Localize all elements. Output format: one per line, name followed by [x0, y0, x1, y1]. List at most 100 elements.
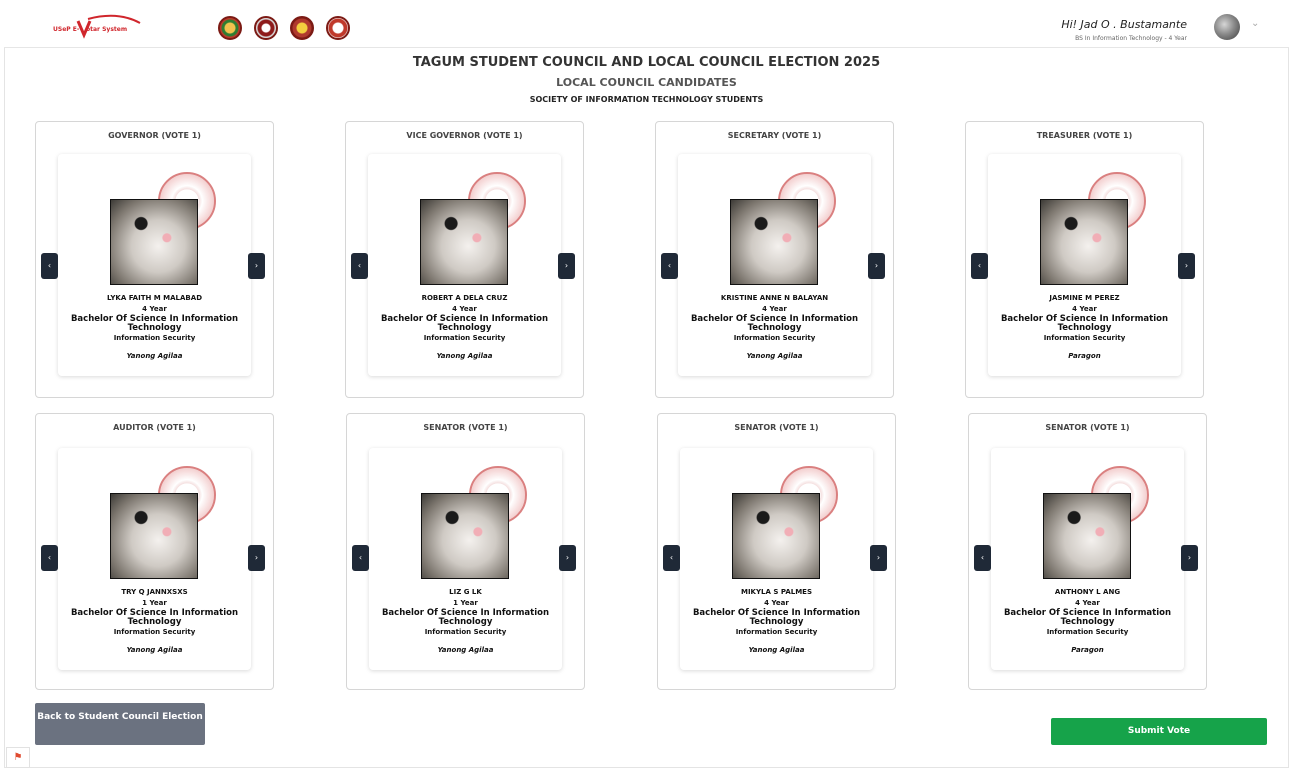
candidate-course: Bachelor Of Science In Information Techn… — [692, 608, 861, 627]
submit-vote-button[interactable]: Submit Vote — [1051, 718, 1267, 745]
next-candidate-button[interactable]: › — [559, 545, 576, 571]
candidate-name: ROBERT A DELA CRUZ — [421, 294, 508, 302]
top-bar: USeP E- otar System Hi! Jad O . Bustaman… — [4, 3, 1289, 48]
candidate-major: Information Security — [423, 334, 506, 342]
position-card: SENATOR (VOTE 1) ANTHONY L ANG 4 Year Ba… — [968, 413, 1207, 690]
position-title: AUDITOR (VOTE 1) — [113, 423, 196, 432]
candidate-major: Information Security — [733, 334, 816, 342]
prev-candidate-button[interactable]: ‹ — [971, 253, 988, 279]
candidate-name: JASMINE M PEREZ — [1049, 294, 1120, 302]
candidate-party: Paragon — [1071, 646, 1104, 654]
candidate-course: Bachelor Of Science In Information Techn… — [70, 608, 239, 627]
university-seal-icon — [218, 16, 242, 40]
org-seal-icon — [326, 16, 350, 40]
candidate-course: Bachelor Of Science In Information Techn… — [380, 314, 549, 333]
candidate-major: Information Security — [113, 628, 196, 636]
position-title: TREASURER (VOTE 1) — [1036, 131, 1133, 140]
candidate-card[interactable]: ROBERT A DELA CRUZ 4 Year Bachelor Of Sc… — [368, 154, 561, 376]
logo-text-prefix: USeP E- — [53, 26, 80, 33]
candidate-card[interactable]: KRISTINE ANNE N BALAYAN 4 Year Bachelor … — [678, 154, 871, 376]
candidate-year: 1 Year — [453, 599, 478, 607]
prev-candidate-button[interactable]: ‹ — [41, 253, 58, 279]
chevron-down-icon[interactable]: ⌄ — [1251, 18, 1259, 29]
prev-candidate-button[interactable]: ‹ — [351, 253, 368, 279]
candidate-card[interactable]: MIKYLA S PALMES 4 Year Bachelor Of Scien… — [680, 448, 873, 670]
candidate-photo — [730, 199, 818, 285]
position-card: TREASURER (VOTE 1) JASMINE M PEREZ 4 Yea… — [965, 121, 1204, 398]
candidate-major: Information Security — [735, 628, 818, 636]
user-greeting: Hi! Jad O . Bustamante — [1061, 18, 1187, 31]
section-title: LOCAL COUNCIL CANDIDATES — [556, 76, 737, 89]
candidate-year: 4 Year — [1075, 599, 1100, 607]
candidate-party: Yanong Agilaa — [436, 352, 493, 360]
candidate-party: Yanong Agilaa — [437, 646, 494, 654]
candidate-party: Paragon — [1068, 352, 1101, 360]
prev-candidate-button[interactable]: ‹ — [352, 545, 369, 571]
prev-candidate-button[interactable]: ‹ — [41, 545, 58, 571]
prev-candidate-button[interactable]: ‹ — [661, 253, 678, 279]
candidate-name: LYKA FAITH M MALABAD — [106, 294, 203, 302]
logo-text-suffix: otar System — [86, 26, 128, 33]
candidate-photo — [110, 493, 198, 579]
candidate-photo — [1040, 199, 1128, 285]
candidate-name: ANTHONY L ANG — [1054, 588, 1121, 596]
position-card: SECRETARY (VOTE 1) KRISTINE ANNE N BALAY… — [655, 121, 894, 398]
candidate-card[interactable]: ANTHONY L ANG 4 Year Bachelor Of Science… — [991, 448, 1184, 670]
next-candidate-button[interactable]: › — [248, 545, 265, 571]
candidate-major: Information Security — [113, 334, 196, 342]
election-title: TAGUM STUDENT COUNCIL AND LOCAL COUNCIL … — [412, 55, 881, 70]
user-program: BS In Information Technology - 4 Year — [1075, 35, 1187, 42]
candidate-card[interactable]: LYKA FAITH M MALABAD 4 Year Bachelor Of … — [58, 154, 251, 376]
org-title: SOCIETY OF INFORMATION TECHNOLOGY STUDEN… — [529, 95, 764, 104]
avatar[interactable] — [1214, 14, 1240, 40]
candidate-photo — [420, 199, 508, 285]
candidate-card[interactable]: LIZ G LK 1 Year Bachelor Of Science In I… — [369, 448, 562, 670]
candidate-name: KRISTINE ANNE N BALAYAN — [720, 294, 829, 302]
candidate-course: Bachelor Of Science In Information Techn… — [1000, 314, 1169, 333]
position-card: AUDITOR (VOTE 1) TRY Q JANNXSXS 1 Year B… — [35, 413, 274, 690]
candidate-year: 4 Year — [142, 305, 167, 313]
candidate-card[interactable]: JASMINE M PEREZ 4 Year Bachelor Of Scien… — [988, 154, 1181, 376]
prev-candidate-button[interactable]: ‹ — [974, 545, 991, 571]
candidate-name: TRY Q JANNXSXS — [121, 588, 188, 596]
position-title: GOVERNOR (VOTE 1) — [108, 131, 201, 140]
candidate-name: MIKYLA S PALMES — [740, 588, 812, 596]
candidate-major: Information Security — [424, 628, 507, 636]
candidate-photo — [110, 199, 198, 285]
candidate-major: Information Security — [1046, 628, 1129, 636]
candidate-party: Yanong Agilaa — [746, 352, 803, 360]
app-logo[interactable]: USeP E- otar System — [48, 13, 143, 39]
position-card: GOVERNOR (VOTE 1) LYKA FAITH M MALABAD 4… — [35, 121, 274, 398]
candidate-party: Yanong Agilaa — [126, 646, 183, 654]
position-title: SENATOR (VOTE 1) — [423, 423, 508, 432]
next-candidate-button[interactable]: › — [1181, 545, 1198, 571]
candidate-photo — [1043, 493, 1131, 579]
position-title: SECRETARY (VOTE 1) — [727, 131, 822, 140]
position-card: SENATOR (VOTE 1) LIZ G LK 1 Year Bachelo… — [346, 413, 585, 690]
back-to-student-council-button[interactable]: Back to Student Council Election — [35, 703, 205, 745]
candidate-card[interactable]: TRY Q JANNXSXS 1 Year Bachelor Of Scienc… — [58, 448, 251, 670]
candidate-course: Bachelor Of Science In Information Techn… — [1003, 608, 1172, 627]
position-title: SENATOR (VOTE 1) — [734, 423, 819, 432]
position-title: VICE GOVERNOR (VOTE 1) — [406, 131, 523, 140]
prev-candidate-button[interactable]: ‹ — [663, 545, 680, 571]
college-seal-icon — [254, 16, 278, 40]
next-candidate-button[interactable]: › — [558, 253, 575, 279]
candidate-party: Yanong Agilaa — [748, 646, 805, 654]
candidate-party: Yanong Agilaa — [126, 352, 183, 360]
candidate-year: 4 Year — [762, 305, 787, 313]
candidate-name: LIZ G LK — [449, 588, 482, 596]
candidate-photo — [732, 493, 820, 579]
candidate-course: Bachelor Of Science In Information Techn… — [381, 608, 550, 627]
next-candidate-button[interactable]: › — [868, 253, 885, 279]
council-seal-icon — [290, 16, 314, 40]
candidate-photo — [421, 493, 509, 579]
candidate-course: Bachelor Of Science In Information Techn… — [690, 314, 859, 333]
position-title: SENATOR (VOTE 1) — [1045, 423, 1130, 432]
next-candidate-button[interactable]: › — [1178, 253, 1195, 279]
candidate-major: Information Security — [1043, 334, 1126, 342]
next-candidate-button[interactable]: › — [870, 545, 887, 571]
next-candidate-button[interactable]: › — [248, 253, 265, 279]
laravel-debug-icon[interactable]: ⚑ — [6, 747, 30, 768]
candidate-year: 1 Year — [142, 599, 167, 607]
